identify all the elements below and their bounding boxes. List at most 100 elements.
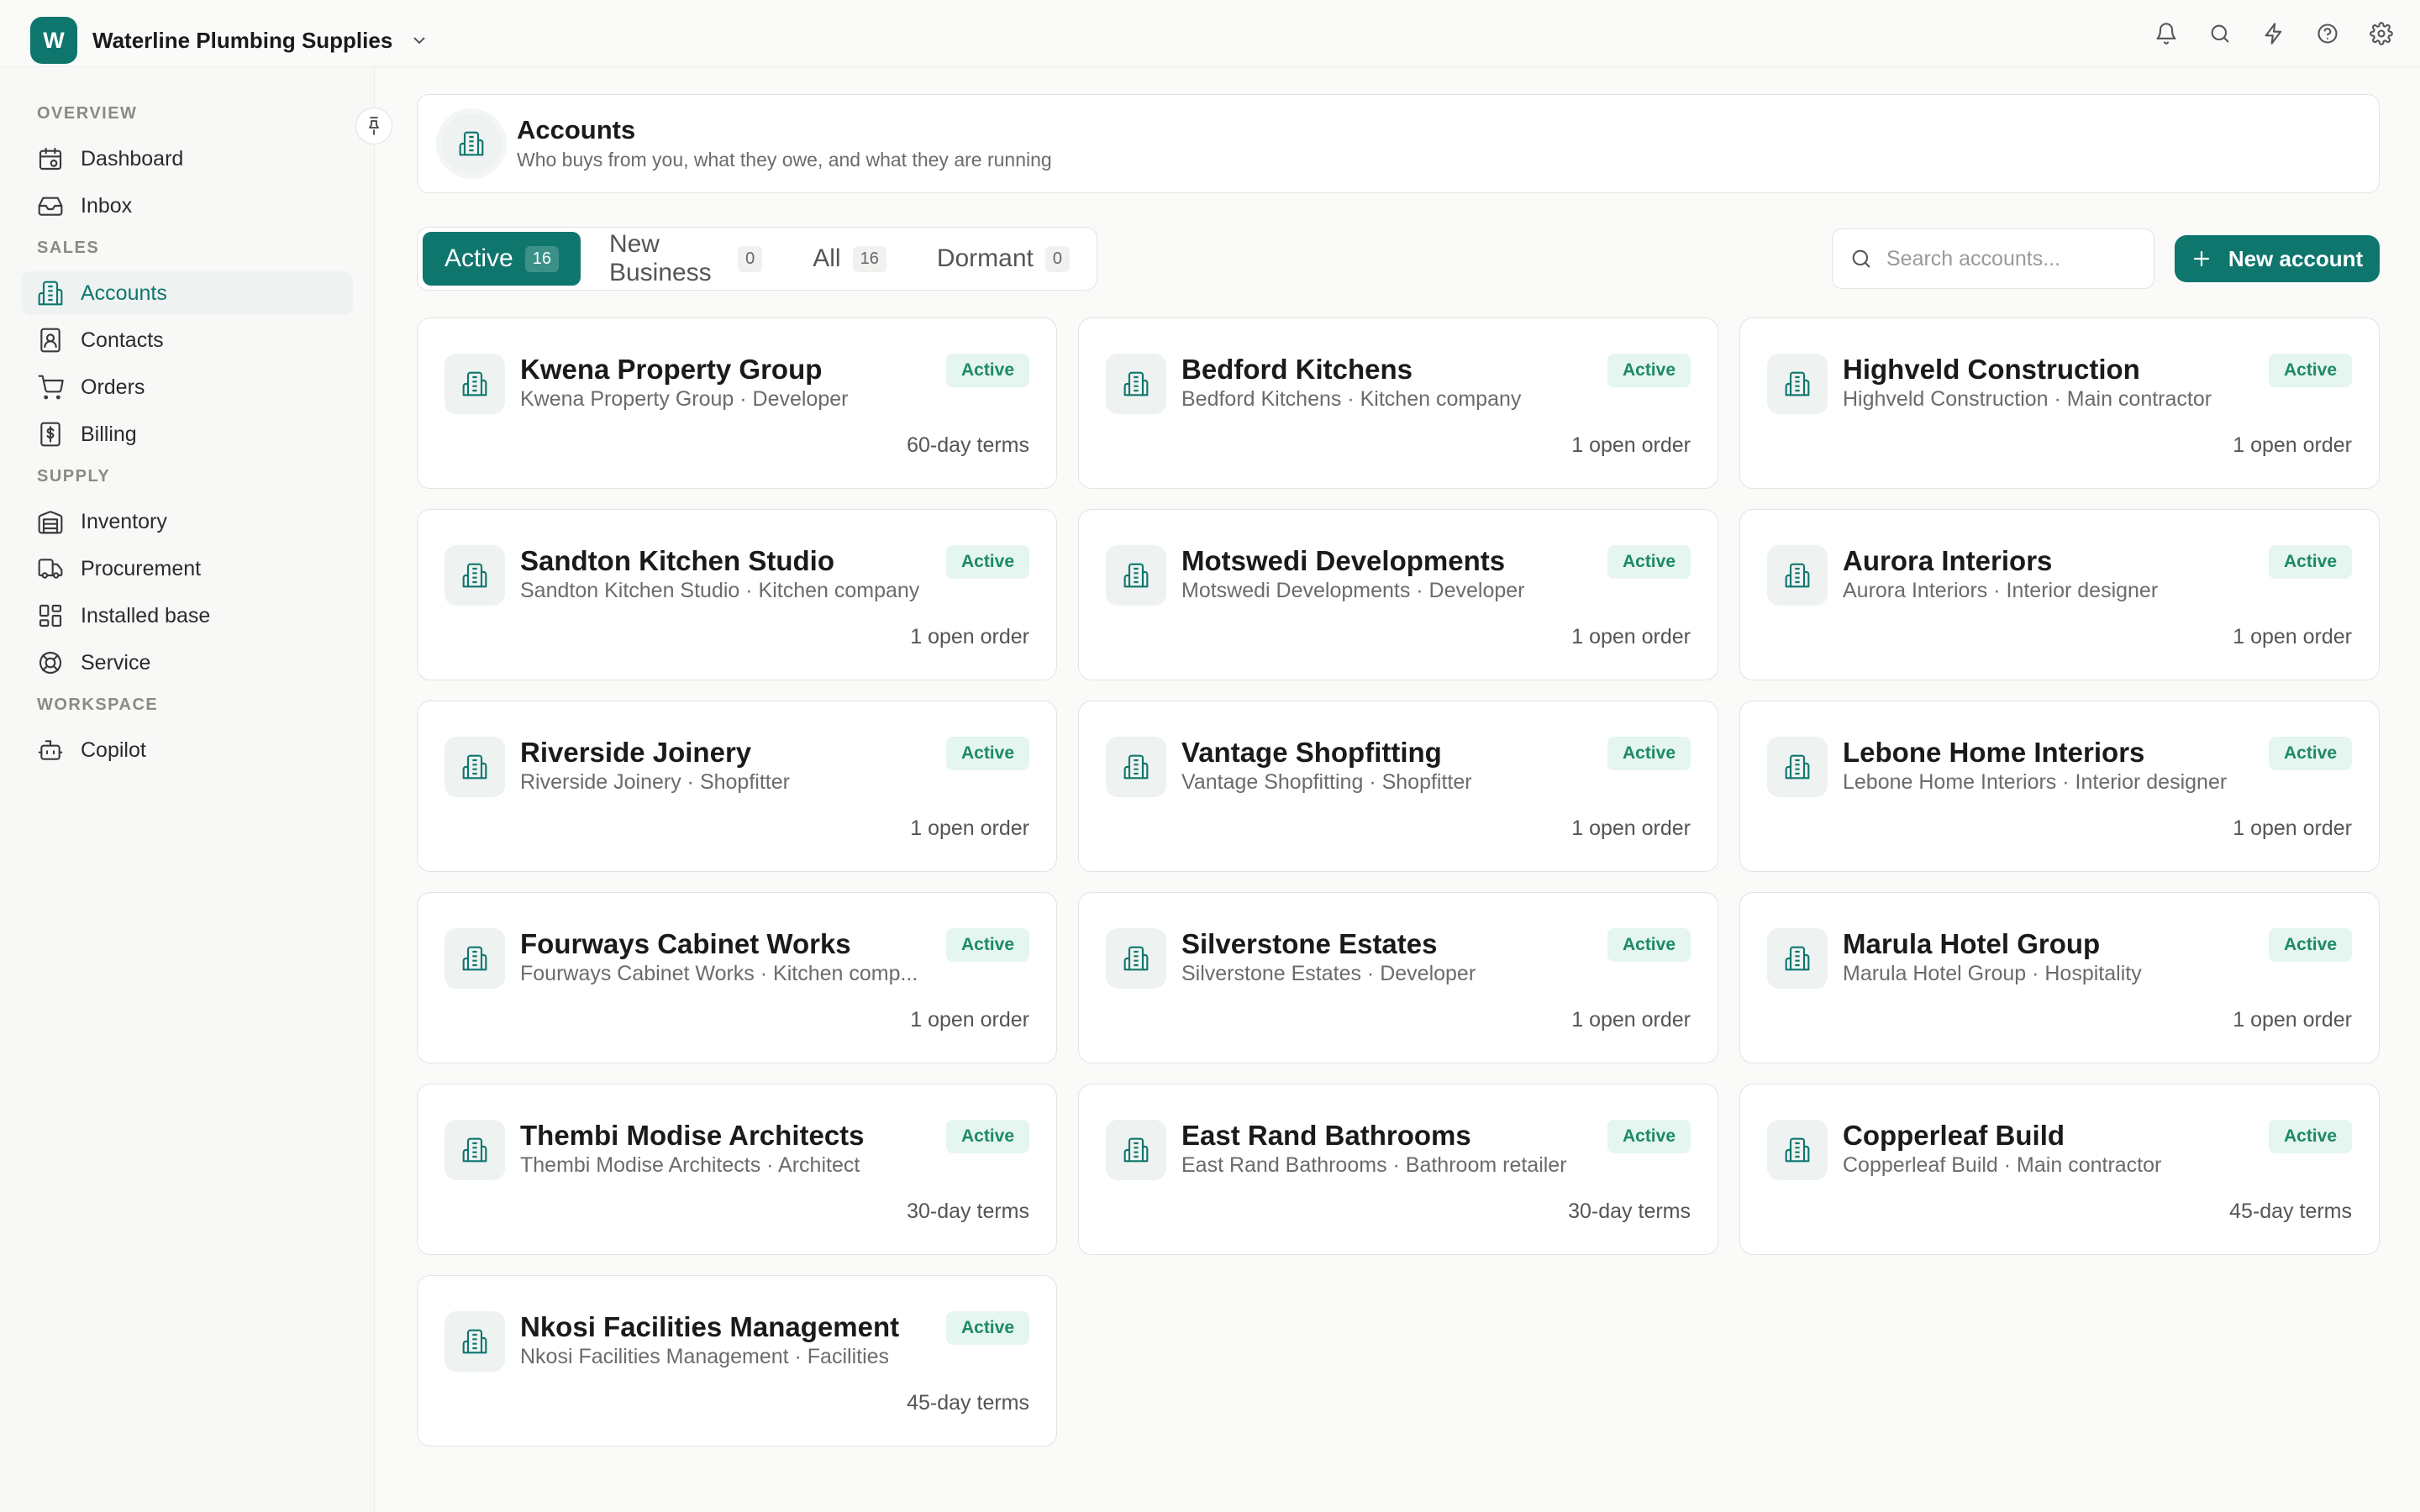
dollar-icon bbox=[37, 421, 64, 448]
account-filter-tabs: Active 16 New Business 0 All 16 Dormant … bbox=[417, 227, 1097, 291]
tab-label: Dormant bbox=[936, 244, 1034, 272]
grid-icon bbox=[37, 602, 64, 629]
status-badge: Active bbox=[945, 545, 1029, 579]
account-card[interactable]: Vantage Shopfitting Vantage Shopfitting ·… bbox=[1078, 701, 1718, 872]
account-card[interactable]: Bedford Kitchens Bedford Kitchens · Kitch… bbox=[1078, 318, 1718, 489]
building-icon bbox=[1767, 354, 1828, 414]
sidebar-item-procurement[interactable]: Procurement bbox=[22, 547, 353, 591]
account-subtitle: Kwena Property Group · Developer bbox=[520, 387, 849, 411]
account-subtitle: Lebone Home Interiors · Interior designe… bbox=[1843, 770, 2228, 794]
account-card[interactable]: Sandton Kitchen Studio Sandton Kitchen St… bbox=[417, 509, 1057, 680]
account-name: Bedford Kitchens bbox=[1181, 354, 1413, 385]
top-bar: W Waterline Plumbing Supplies bbox=[0, 0, 2420, 67]
sidebar-item-contacts[interactable]: Contacts bbox=[22, 318, 353, 362]
building-icon bbox=[1106, 737, 1166, 797]
page-title: Accounts bbox=[517, 115, 636, 144]
status-badge: Active bbox=[1607, 737, 1691, 770]
account-meta: 1 open order bbox=[2233, 1008, 2352, 1032]
account-meta: 1 open order bbox=[2233, 433, 2352, 457]
bell-icon[interactable] bbox=[2151, 18, 2181, 49]
tab-label: New Business bbox=[608, 230, 712, 286]
gear-icon[interactable] bbox=[2366, 18, 2396, 49]
tab-count: 0 bbox=[1044, 245, 1070, 272]
account-card[interactable]: Copperleaf Build Copperleaf Build · Main … bbox=[1739, 1084, 2380, 1255]
account-grid: Kwena Property Group Kwena Property Group… bbox=[417, 318, 2380, 1446]
account-card[interactable]: Motswedi Developments Motswedi Developmen… bbox=[1078, 509, 1718, 680]
account-card[interactable]: Kwena Property Group Kwena Property Group… bbox=[417, 318, 1057, 489]
sidebar-item-inventory[interactable]: Inventory bbox=[22, 500, 353, 543]
account-card[interactable]: Fourways Cabinet Works Fourways Cabinet W… bbox=[417, 892, 1057, 1063]
chevron-down-icon bbox=[409, 30, 429, 50]
sidebar-item-service[interactable]: Service bbox=[22, 641, 353, 685]
tab-all[interactable]: All 16 bbox=[791, 232, 908, 286]
search-input[interactable] bbox=[1886, 246, 2139, 271]
tab-count: 0 bbox=[738, 245, 763, 272]
account-card[interactable]: Nkosi Facilities Management Nkosi Facilit… bbox=[417, 1275, 1057, 1446]
status-badge: Active bbox=[2268, 737, 2352, 770]
account-subtitle: Vantage Shopfitting · Shopfitter bbox=[1181, 770, 1472, 794]
account-meta: 1 open order bbox=[2233, 816, 2352, 840]
account-name: Motswedi Developments bbox=[1181, 545, 1506, 576]
account-name: Highveld Construction bbox=[1843, 354, 2140, 385]
account-subtitle: Riverside Joinery · Shopfitter bbox=[520, 770, 790, 794]
account-name: Aurora Interiors bbox=[1843, 545, 2053, 576]
new-account-button[interactable]: New account bbox=[2175, 235, 2380, 282]
account-meta: 60-day terms bbox=[907, 433, 1029, 457]
account-card[interactable]: Thembi Modise Architects Thembi Modise Ar… bbox=[417, 1084, 1057, 1255]
tab-new-business[interactable]: New Business 0 bbox=[587, 230, 784, 286]
account-name: Nkosi Facilities Management bbox=[520, 1311, 900, 1342]
plus-icon bbox=[2191, 249, 2212, 269]
account-meta: 45-day terms bbox=[2229, 1200, 2352, 1223]
new-account-label: New account bbox=[2228, 245, 2364, 271]
sidebar-item-label: Procurement bbox=[81, 556, 202, 580]
sidebar-section-overview: OVERVIEW bbox=[37, 104, 138, 123]
sidebar-item-label: Service bbox=[81, 650, 151, 675]
bolt-icon[interactable] bbox=[2259, 18, 2289, 49]
account-meta: 30-day terms bbox=[1568, 1200, 1691, 1223]
sidebar-item-label: Dashboard bbox=[81, 146, 184, 171]
tab-label: All bbox=[813, 244, 841, 272]
sidebar-item-orders[interactable]: Orders bbox=[22, 365, 353, 409]
sidebar-item-inbox[interactable]: Inbox bbox=[22, 184, 353, 228]
account-card[interactable]: Highveld Construction Highveld Constructi… bbox=[1739, 318, 2380, 489]
tab-dormant[interactable]: Dormant 0 bbox=[915, 232, 1092, 286]
account-card[interactable]: Riverside Joinery Riverside Joinery · Sho… bbox=[417, 701, 1057, 872]
building-icon bbox=[1767, 545, 1828, 606]
account-card[interactable]: East Rand Bathrooms East Rand Bathrooms ·… bbox=[1078, 1084, 1718, 1255]
sidebar-item-label: Contacts bbox=[81, 328, 164, 352]
search-icon[interactable] bbox=[2205, 18, 2235, 49]
account-meta: 1 open order bbox=[910, 625, 1029, 648]
status-badge: Active bbox=[2268, 354, 2352, 387]
account-meta: 45-day terms bbox=[907, 1391, 1029, 1415]
tab-label: Active bbox=[445, 244, 513, 272]
sidebar-section-workspace: WORKSPACE bbox=[37, 696, 159, 714]
building-icon bbox=[445, 545, 505, 606]
account-card[interactable]: Silverstone Estates Silverstone Estates ·… bbox=[1078, 892, 1718, 1063]
account-name: East Rand Bathrooms bbox=[1181, 1120, 1471, 1151]
sidebar-item-dashboard[interactable]: Dashboard bbox=[22, 137, 353, 181]
sidebar-item-copilot[interactable]: Copilot bbox=[22, 728, 353, 772]
tab-active[interactable]: Active 16 bbox=[423, 232, 581, 286]
sidebar-item-label: Copilot bbox=[81, 738, 146, 762]
org-switcher[interactable]: W Waterline Plumbing Supplies bbox=[30, 17, 429, 64]
sidebar-item-billing[interactable]: Billing bbox=[22, 412, 353, 456]
account-card[interactable]: Aurora Interiors Aurora Interiors · Inter… bbox=[1739, 509, 2380, 680]
help-icon[interactable] bbox=[2312, 18, 2343, 49]
account-card[interactable]: Marula Hotel Group Marula Hotel Group · H… bbox=[1739, 892, 2380, 1063]
sidebar-item-accounts[interactable]: Accounts bbox=[22, 271, 353, 315]
account-name: Sandton Kitchen Studio bbox=[520, 545, 834, 576]
account-name: Kwena Property Group bbox=[520, 354, 823, 385]
account-card[interactable]: Lebone Home Interiors Lebone Home Interio… bbox=[1739, 701, 2380, 872]
account-name: Vantage Shopfitting bbox=[1181, 737, 1442, 768]
account-subtitle: Marula Hotel Group · Hospitality bbox=[1843, 962, 2142, 985]
sidebar-section-sales: SALES bbox=[37, 239, 100, 257]
status-badge: Active bbox=[945, 737, 1029, 770]
sidebar-item-installed-base[interactable]: Installed base bbox=[22, 594, 353, 638]
building-icon bbox=[1767, 928, 1828, 989]
account-subtitle: Thembi Modise Architects · Architect bbox=[520, 1153, 860, 1177]
sidebar-item-label: Inbox bbox=[81, 193, 133, 218]
building-icon bbox=[1106, 354, 1166, 414]
account-name: Fourways Cabinet Works bbox=[520, 928, 851, 959]
pin-icon[interactable] bbox=[355, 108, 392, 144]
building-icon bbox=[445, 1311, 505, 1372]
